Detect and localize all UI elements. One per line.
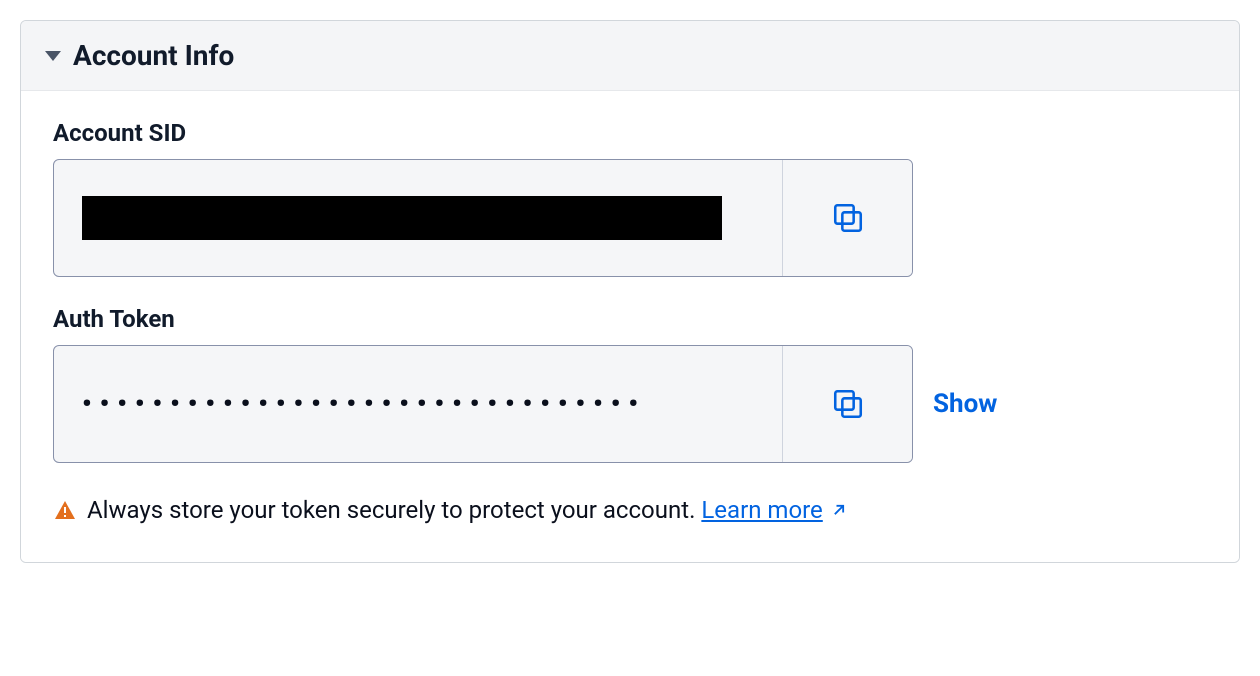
auth-token-field[interactable]: •••••••••••••••••••••••••••••••• bbox=[54, 346, 782, 462]
account-info-panel: Account Info Account SID bbox=[20, 20, 1240, 563]
copy-icon bbox=[831, 201, 865, 235]
copy-account-sid-button[interactable] bbox=[782, 160, 912, 276]
warning-text-container: Always store your token securely to prot… bbox=[87, 491, 1207, 529]
auth-token-row: •••••••••••••••••••••••••••••••• Show bbox=[53, 345, 1207, 463]
account-sid-field[interactable] bbox=[54, 160, 782, 276]
show-auth-token-button[interactable]: Show bbox=[933, 389, 997, 419]
panel-title: Account Info bbox=[73, 39, 234, 72]
account-sid-label: Account SID bbox=[53, 119, 1207, 147]
token-warning: Always store your token securely to prot… bbox=[53, 491, 1207, 534]
auth-token-label: Auth Token bbox=[53, 305, 1207, 333]
learn-more-link[interactable]: Learn more bbox=[701, 491, 848, 529]
account-sid-row bbox=[53, 159, 1207, 277]
copy-auth-token-button[interactable] bbox=[782, 346, 912, 462]
account-sid-group: Account SID bbox=[53, 119, 1207, 277]
account-sid-input-wrapper bbox=[53, 159, 913, 277]
panel-header[interactable]: Account Info bbox=[21, 21, 1239, 91]
warning-icon bbox=[53, 496, 77, 534]
panel-body: Account SID bbox=[21, 91, 1239, 562]
external-link-icon bbox=[829, 500, 849, 520]
warning-text: Always store your token securely to prot… bbox=[87, 496, 701, 524]
auth-token-input-wrapper: •••••••••••••••••••••••••••••••• bbox=[53, 345, 913, 463]
account-sid-redacted bbox=[82, 196, 722, 240]
caret-down-icon bbox=[45, 51, 61, 61]
auth-token-group: Auth Token •••••••••••••••••••••••••••••… bbox=[53, 305, 1207, 463]
learn-more-text: Learn more bbox=[701, 491, 822, 529]
auth-token-masked: •••••••••••••••••••••••••••••••• bbox=[82, 389, 646, 419]
copy-icon bbox=[831, 387, 865, 421]
